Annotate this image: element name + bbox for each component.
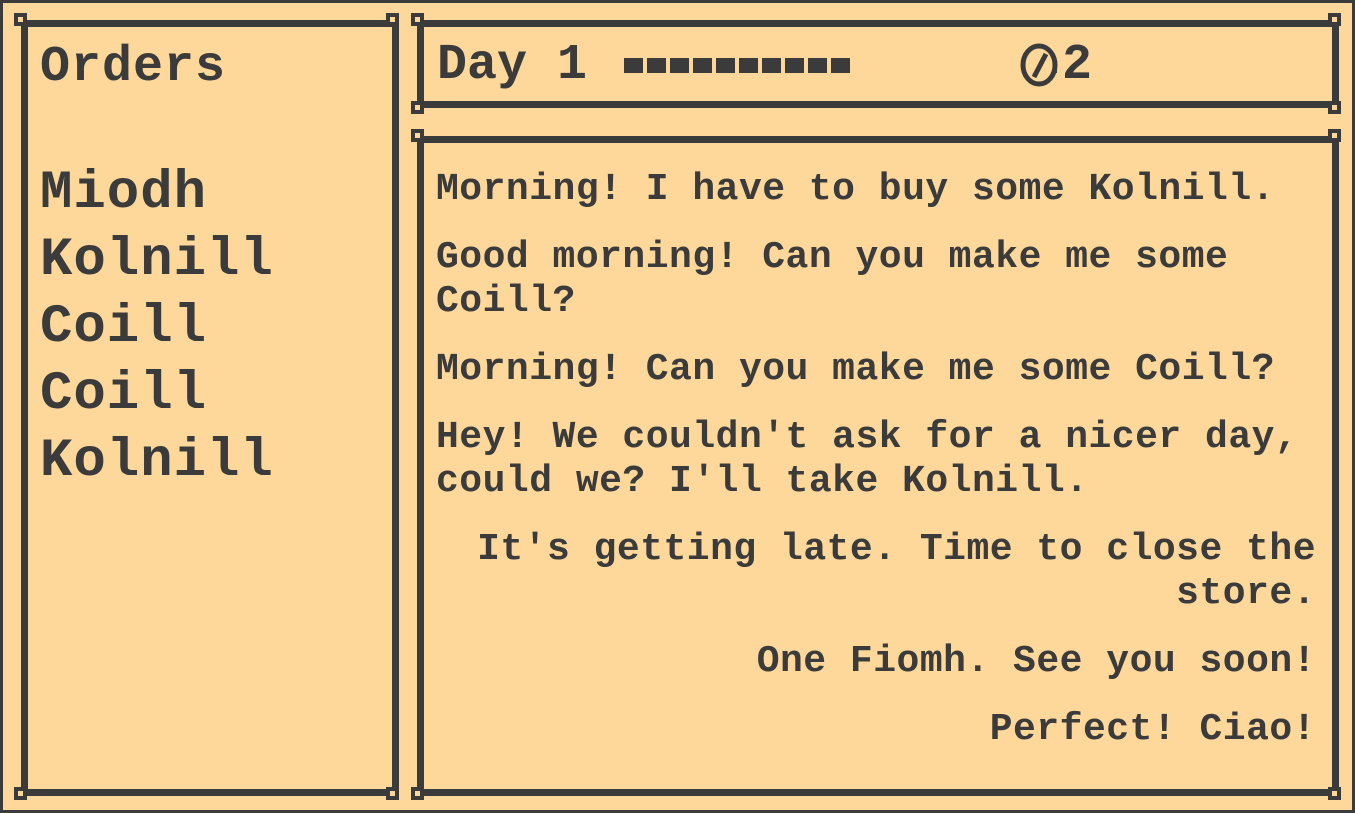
day-progress-bar [624, 58, 850, 73]
panel-corner [1328, 129, 1341, 142]
panel-corner [1328, 787, 1341, 800]
day-progress-tick [762, 58, 781, 73]
customer-message: Morning! Can you make me some Coill? [436, 348, 1275, 391]
order-item[interactable]: Kolnill [40, 428, 274, 495]
orders-title: Orders [40, 39, 227, 96]
order-item[interactable]: Coill [40, 361, 274, 428]
panel-corner [386, 787, 399, 800]
shop-message: Perfect! Ciao! [989, 708, 1316, 751]
coin-count: 2 [1062, 37, 1093, 94]
day-progress-tick [670, 58, 689, 73]
day-progress-tick [647, 58, 666, 73]
panel-corner [386, 13, 399, 26]
day-progress-tick [624, 58, 643, 73]
order-item[interactable]: Kolnill [40, 227, 274, 294]
day-progress-tick [831, 58, 850, 73]
day-progress-tick [808, 58, 827, 73]
customer-message: Hey! We couldn't ask for a nicer day, co… [436, 416, 1299, 503]
day-progress-tick [693, 58, 712, 73]
shop-message: It's getting late. Time to close the sto… [477, 528, 1316, 615]
panel-corner [14, 787, 27, 800]
message-log: Morning! I have to buy some Kolnill. Goo… [436, 168, 1316, 776]
day-progress-tick [716, 58, 735, 73]
day-progress-tick [785, 58, 804, 73]
panel-corner [411, 101, 424, 114]
panel-corner [411, 787, 424, 800]
customer-message: Good morning! Can you make me some Coill… [436, 236, 1229, 323]
order-item[interactable]: Coill [40, 294, 274, 361]
coin-icon [1020, 43, 1058, 87]
order-item[interactable]: Miodh [40, 160, 274, 227]
panel-corner [1328, 101, 1341, 114]
orders-list: Miodh Kolnill Coill Coill Kolnill [40, 160, 274, 495]
day-progress-tick [739, 58, 758, 73]
panel-corner [1328, 13, 1341, 26]
shop-message: One Fiomh. See you soon! [756, 640, 1316, 683]
panel-corner [411, 13, 424, 26]
panel-corner [411, 129, 424, 142]
customer-message: Morning! I have to buy some Kolnill. [436, 168, 1275, 211]
panel-corner [14, 13, 27, 26]
day-label: Day 1 [437, 37, 588, 94]
